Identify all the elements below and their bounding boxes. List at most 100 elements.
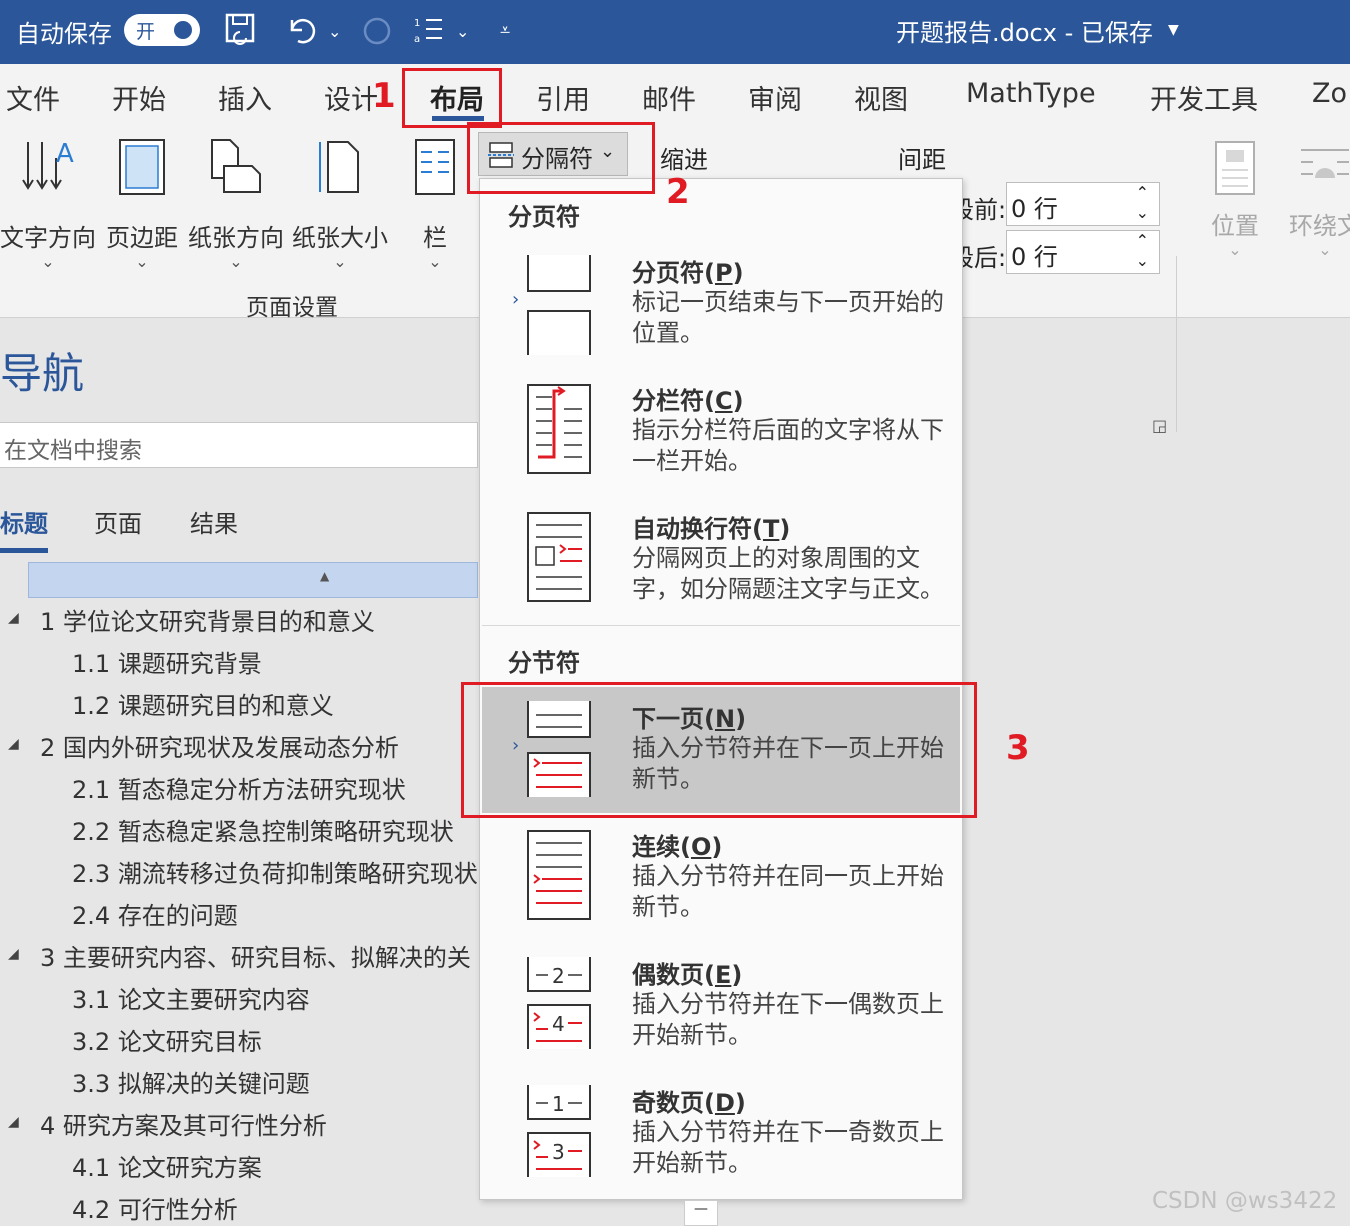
margins-icon: [119, 139, 165, 195]
annotation-number-2: 2: [666, 172, 690, 212]
wrap-text-icon: [1301, 149, 1349, 178]
menu-item-page-break[interactable]: › 分页符(P) 标记一页结束与下一页开始的位置。: [482, 241, 960, 367]
nav-heading-item[interactable]: 1.2 课题研究目的和意义: [72, 686, 334, 721]
title-dropdown-icon[interactable]: ▼: [1168, 22, 1179, 38]
collapse-triangle-icon[interactable]: ◢: [8, 610, 19, 626]
tab-zotero[interactable]: Zo: [1312, 78, 1347, 109]
tab-results[interactable]: 结果: [190, 504, 238, 539]
nav-heading-item[interactable]: 1.1 课题研究背景: [72, 644, 262, 679]
collapse-triangle-icon[interactable]: ◢: [8, 946, 19, 962]
text-direction-label: 文字方向: [0, 224, 96, 252]
menu-item-desc: 标记一页结束与下一页开始的位置。: [632, 288, 944, 347]
svg-text:A: A: [56, 139, 74, 169]
collapse-button[interactable]: —: [684, 1200, 718, 1226]
list-icon[interactable]: 1a: [412, 12, 446, 53]
menu-item-continuous[interactable]: 连续(O) 插入分节符并在同一页上开始新节。: [482, 815, 960, 941]
indent-header: 缩进: [660, 146, 708, 174]
tab-pages[interactable]: 页面: [94, 504, 142, 539]
menu-item-desc: 插入分节符并在下一偶数页上开始新节。: [632, 990, 944, 1049]
nav-heading-item[interactable]: 3.3 拟解决的关键问题: [72, 1064, 310, 1099]
spin-arrows-icon[interactable]: ⌃ ⌄: [1136, 231, 1149, 271]
columns-button[interactable]: 栏 ⌄: [406, 136, 464, 271]
tab-file[interactable]: 文件: [6, 78, 60, 117]
search-input[interactable]: 在文档中搜索: [0, 422, 478, 468]
tab-home[interactable]: 开始: [112, 78, 166, 117]
page-breaks-header: 分页符: [508, 203, 580, 231]
chevron-right-icon: ›: [512, 289, 520, 310]
menu-item-even-page[interactable]: 24 偶数页(E) 插入分节符并在下一偶数页上开始新节。: [482, 943, 960, 1069]
spacing-before-field[interactable]: 0 行 ⌃ ⌄: [1006, 182, 1160, 226]
nav-heading-item[interactable]: 2 国内外研究现状及发展动态分析: [40, 728, 399, 763]
spacing-after-field[interactable]: 0 行 ⌃ ⌄: [1006, 230, 1160, 274]
tab-mailings[interactable]: 邮件: [642, 78, 696, 117]
nav-heading-item[interactable]: 3.2 论文研究目标: [72, 1022, 262, 1057]
save-icon[interactable]: [224, 12, 258, 53]
undo-dropdown-icon[interactable]: ⌄: [328, 22, 341, 41]
nav-heading-item[interactable]: 4.1 论文研究方案: [72, 1148, 262, 1183]
nav-heading-item[interactable]: 2.2 暂态稳定紧急控制策略研究现状: [72, 812, 454, 847]
nav-heading-item[interactable]: 3.1 论文主要研究内容: [72, 980, 310, 1015]
nav-heading-item[interactable]: 2.1 暂态稳定分析方法研究现状: [72, 770, 406, 805]
chevron-down-icon: ⌄: [1228, 240, 1242, 259]
text-direction-button[interactable]: A 文字方向 ⌄: [0, 136, 96, 271]
continuous-section-icon: [527, 830, 591, 920]
autosave-toggle[interactable]: 开: [124, 14, 200, 46]
document-title[interactable]: 开题报告.docx - 已保存: [896, 13, 1153, 48]
tab-headings[interactable]: 标题: [0, 504, 48, 539]
undo-icon[interactable]: [284, 12, 318, 53]
margins-label: 页边距: [106, 224, 178, 252]
nav-heading-item[interactable]: 1 学位论文研究背景目的和意义: [40, 602, 375, 637]
nav-heading-item[interactable]: 3 主要研究内容、研究目标、拟解决的关: [40, 938, 471, 973]
tab-developer[interactable]: 开发工具: [1150, 78, 1258, 117]
chevron-down-icon: ⌄: [135, 252, 149, 271]
svg-text:4: 4: [552, 1012, 565, 1036]
nav-heading-item[interactable]: 4 研究方案及其可行性分析: [40, 1106, 327, 1141]
page-setup-group-label: 页面设置: [246, 295, 338, 321]
tab-insert[interactable]: 插入: [218, 78, 272, 117]
tab-mathtype[interactable]: MathType: [966, 78, 1096, 109]
nav-title: 导航: [0, 349, 85, 398]
odd-page-section-icon: 13: [527, 1085, 591, 1177]
annotation-number-3: 3: [1006, 728, 1030, 768]
collapse-triangle-icon[interactable]: ◢: [8, 1114, 19, 1130]
collapse-triangle-icon[interactable]: ◢: [8, 736, 19, 752]
nav-heading-item[interactable]: 2.4 存在的问题: [72, 896, 238, 931]
tab-design[interactable]: 设计: [324, 78, 378, 117]
dialog-launcher-icon[interactable]: ◲: [1152, 416, 1167, 435]
even-page-section-icon: 24: [527, 957, 591, 1049]
autosave-label: 自动保存: [16, 20, 112, 48]
chevron-down-icon: ⌄: [41, 252, 55, 271]
menu-item-title: 自动换行符(T): [632, 515, 791, 543]
menu-item-text-wrapping-break[interactable]: 自动换行符(T) 分隔网页上的对象周围的文字，如分隔题注文字与正文。: [482, 497, 960, 623]
orientation-icon: [211, 139, 261, 193]
tab-review[interactable]: 审阅: [748, 78, 802, 117]
tab-references[interactable]: 引用: [536, 78, 590, 117]
columns-label: 栏: [423, 224, 447, 252]
nav-heading-item[interactable]: 2.3 潮流转移过负荷抑制策略研究现状: [72, 854, 478, 889]
list-dropdown-icon[interactable]: ⌄: [456, 22, 469, 41]
nav-heading-item[interactable]: 4.2 可行性分析: [72, 1190, 238, 1225]
size-button[interactable]: 纸张大小 ⌄: [290, 136, 390, 271]
spacing-after-value: 0 行: [1011, 243, 1058, 271]
tab-view[interactable]: 视图: [854, 78, 908, 117]
spin-arrows-icon[interactable]: ⌃ ⌄: [1136, 183, 1149, 223]
margins-button[interactable]: 页边距 ⌄: [100, 136, 184, 271]
menu-item-desc: 分隔网页上的对象周围的文字，如分隔题注文字与正文。: [632, 544, 944, 603]
menu-item-title: 偶数页(E): [632, 961, 743, 989]
menu-item-column-break[interactable]: 分栏符(C) 指示分栏符后面的文字将从下一栏开始。: [482, 369, 960, 495]
spacing-header: 间距: [898, 146, 946, 174]
menu-item-odd-page[interactable]: 13 奇数页(D) 插入分节符并在下一奇数页上开始新节。: [482, 1071, 960, 1197]
navigation-pane: 导航 在文档中搜索 标题 页面 结果 ▲ ◢ 1 学位论文研究背景目的和意义 1.1…: [0, 318, 478, 1226]
annotation-box-2: [467, 122, 655, 194]
columns-icon: [415, 139, 455, 195]
toggle-state: 开: [136, 21, 156, 43]
customize-toolbar-icon[interactable]: ⩡: [500, 20, 510, 41]
orientation-button[interactable]: 纸张方向 ⌄: [186, 136, 286, 271]
nav-scroll-up-bar[interactable]: ▲: [28, 562, 478, 598]
svg-text:1: 1: [414, 18, 420, 29]
menu-item-title: 奇数页(D): [632, 1089, 746, 1117]
position-label: 位置: [1211, 212, 1259, 240]
position-button: 位置 ⌄: [1200, 140, 1270, 259]
menu-item-title: 分页符(P): [632, 259, 744, 287]
text-wrapping-break-icon: [527, 512, 591, 602]
